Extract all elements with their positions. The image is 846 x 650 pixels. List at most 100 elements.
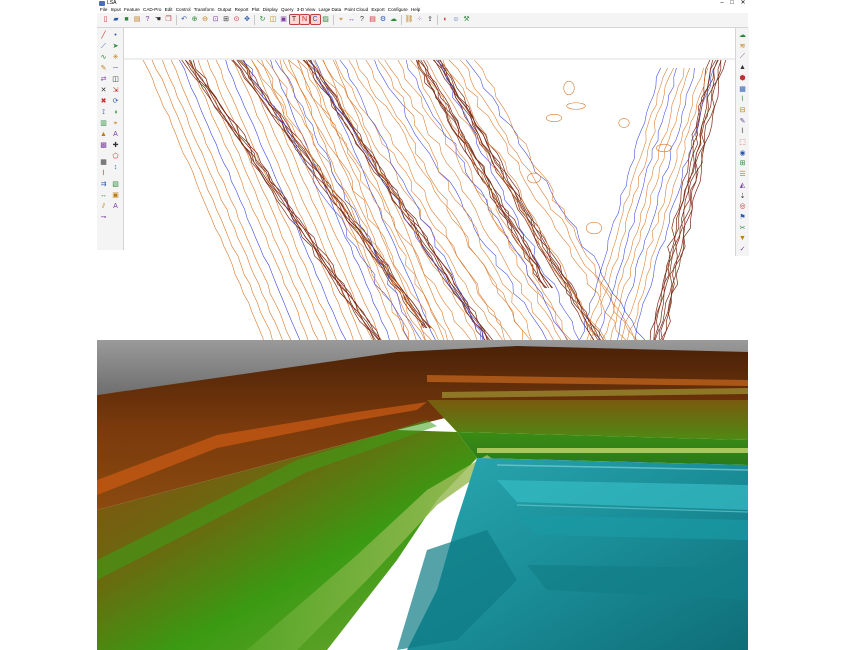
- hand-icon[interactable]: ☚: [154, 15, 163, 24]
- label-icon[interactable]: ✎: [738, 117, 747, 126]
- text-mode-icon[interactable]: T: [288, 14, 300, 25]
- node-icon[interactable]: ✳: [111, 53, 120, 62]
- volume-icon[interactable]: ⬢: [738, 74, 747, 83]
- menu-report[interactable]: Report: [235, 7, 249, 12]
- boundary-icon[interactable]: ⬚: [738, 138, 747, 147]
- query-icon[interactable]: ?: [358, 15, 367, 24]
- redraw-icon[interactable]: ↻: [258, 15, 267, 24]
- grid-icon[interactable]: ▦: [99, 158, 108, 167]
- open-file-icon[interactable]: ▰: [112, 15, 121, 24]
- dimension-icon[interactable]: ↕: [111, 163, 120, 172]
- fill-icon[interactable]: ▼: [738, 234, 747, 243]
- export-icon[interactable]: ⇪: [426, 15, 435, 24]
- image-layer-icon[interactable]: ▩: [99, 141, 108, 150]
- arrow-icon[interactable]: ➤: [111, 42, 120, 51]
- help-icon[interactable]: ?: [143, 15, 152, 24]
- menu-cad-pro[interactable]: CAD-Pro: [143, 7, 161, 12]
- check-icon[interactable]: ✓: [738, 245, 747, 254]
- tin-icon[interactable]: ◭: [738, 181, 747, 190]
- image-icon[interactable]: ▨: [321, 15, 330, 24]
- menu-help[interactable]: Help: [411, 7, 420, 12]
- drain-icon[interactable]: ⇣: [738, 192, 747, 201]
- shade-icon[interactable]: ◑: [111, 108, 120, 117]
- zoom-extents-icon[interactable]: ⊞: [222, 15, 231, 24]
- cut-icon[interactable]: ✂: [738, 224, 747, 233]
- mesh-icon[interactable]: ⊞: [738, 159, 747, 168]
- draw-line-icon[interactable]: ╱: [99, 31, 108, 40]
- snap-icon[interactable]: ⌖: [337, 15, 346, 24]
- save-icon[interactable]: ■: [122, 15, 131, 24]
- delete-icon[interactable]: ✖: [99, 97, 108, 106]
- report-icon[interactable]: ▤: [368, 15, 377, 24]
- layer-icon[interactable]: ◫: [111, 75, 120, 84]
- menu-query[interactable]: Query: [281, 7, 294, 12]
- measure-icon[interactable]: ↔: [99, 191, 108, 200]
- text-icon[interactable]: A: [111, 202, 120, 211]
- text-icon[interactable]: A: [111, 130, 120, 139]
- chart-icon[interactable]: ▥: [99, 119, 108, 128]
- draw-curve-icon[interactable]: ∿: [99, 53, 108, 62]
- display-icon[interactable]: ▣: [279, 15, 288, 24]
- flag-icon[interactable]: ⚑: [738, 213, 747, 222]
- rotate-icon[interactable]: ⟳: [111, 97, 120, 106]
- menu-file[interactable]: File: [100, 7, 107, 12]
- maximize-button[interactable]: □: [727, 0, 737, 7]
- print-icon[interactable]: ▤: [133, 15, 142, 24]
- zoom-window-icon[interactable]: ⊡: [211, 15, 220, 24]
- menu-input[interactable]: Input: [111, 7, 121, 12]
- offset-icon[interactable]: ⇉: [99, 180, 108, 189]
- section-icon[interactable]: ⊟: [738, 106, 747, 115]
- new-file-icon[interactable]: ▯: [101, 15, 110, 24]
- surface-icon[interactable]: ☁: [389, 15, 398, 24]
- pan-icon[interactable]: ✥: [243, 15, 252, 24]
- link-icon[interactable]: ⛓: [405, 15, 414, 24]
- 3d-terrain-view[interactable]: [97, 340, 748, 650]
- close-button[interactable]: ✕: [738, 0, 748, 7]
- road-icon[interactable]: ⫽: [99, 202, 108, 211]
- user-icon[interactable]: ☺: [452, 15, 461, 24]
- slope-icon[interactable]: ⟋: [738, 52, 747, 61]
- measure-icon[interactable]: ↔: [347, 15, 356, 24]
- traverse-icon[interactable]: ⟟: [99, 108, 108, 117]
- point-cloud-icon[interactable]: ⁘: [415, 15, 424, 24]
- menu-control[interactable]: Control: [176, 7, 191, 12]
- zoom-previous-icon[interactable]: ⊙: [232, 15, 241, 24]
- contour-map[interactable]: [124, 28, 735, 341]
- menu-point-cloud[interactable]: Point Cloud: [344, 7, 368, 12]
- copy-icon[interactable]: ❐: [164, 15, 173, 24]
- triangle-icon[interactable]: ▲: [99, 130, 108, 139]
- edit-point-icon[interactable]: ✎: [99, 64, 108, 73]
- menu-output[interactable]: Output: [218, 7, 232, 12]
- menu-configure[interactable]: Configure: [388, 7, 408, 12]
- curve-mode-icon[interactable]: C: [309, 14, 321, 25]
- triangle-icon[interactable]: ▲: [738, 63, 747, 72]
- cad-drawing-view[interactable]: [124, 28, 735, 341]
- drape-icon[interactable]: ☰: [738, 170, 747, 179]
- station-icon[interactable]: ⊸: [99, 213, 108, 222]
- inverse-icon[interactable]: ⇄: [99, 75, 108, 84]
- point-icon[interactable]: •: [111, 31, 120, 40]
- scale-icon[interactable]: ⇲: [111, 86, 120, 95]
- menu-large-data[interactable]: Large Data: [318, 7, 341, 12]
- menu-export[interactable]: Export: [371, 7, 384, 12]
- contour-icon[interactable]: ≋: [738, 42, 747, 51]
- snap-icon[interactable]: ⌖: [111, 119, 120, 128]
- settings-icon[interactable]: ⚙: [379, 15, 388, 24]
- north-icon[interactable]: N: [299, 14, 310, 25]
- minimize-button[interactable]: –: [717, 0, 727, 7]
- tools-icon[interactable]: ⚒: [462, 15, 471, 24]
- profile-icon[interactable]: ⌇: [99, 169, 108, 178]
- menu-3-d-view[interactable]: 3-D View: [297, 7, 316, 12]
- block-icon[interactable]: ▣: [111, 191, 120, 200]
- hatch-icon[interactable]: ▧: [111, 180, 120, 189]
- intersect-icon[interactable]: ✕: [99, 86, 108, 95]
- break-line-icon[interactable]: ⌇: [738, 127, 747, 136]
- menu-feature[interactable]: Feature: [124, 7, 140, 12]
- view-icon[interactable]: ◎: [738, 202, 747, 211]
- undo-icon[interactable]: ↶: [180, 15, 189, 24]
- grid-icon[interactable]: ▦: [738, 85, 747, 94]
- menu-transform[interactable]: Transform: [194, 7, 215, 12]
- menu-plot[interactable]: Plot: [252, 7, 260, 12]
- spot-icon[interactable]: ◉: [738, 149, 747, 158]
- color-icon[interactable]: ◐: [441, 15, 450, 24]
